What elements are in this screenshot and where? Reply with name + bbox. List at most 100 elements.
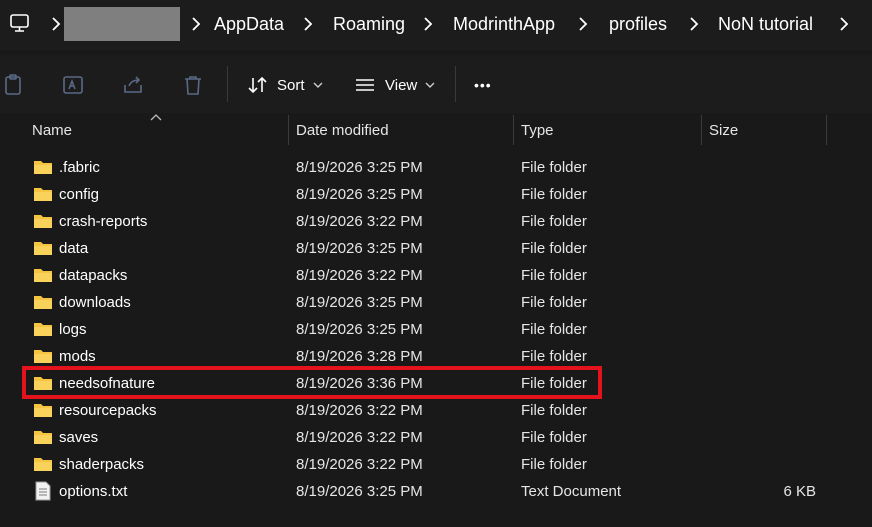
- list-item[interactable]: datapacks 8/19/2026 3:22 PM File folder: [0, 262, 872, 289]
- file-type: Text Document: [521, 483, 622, 500]
- column-type[interactable]: Type: [521, 113, 554, 147]
- view-label: View: [385, 76, 418, 94]
- file-name: shaderpacks: [59, 456, 145, 473]
- list-item[interactable]: downloads 8/19/2026 3:25 PM File folder: [0, 289, 872, 316]
- computer-icon[interactable]: [9, 13, 31, 33]
- file-type: File folder: [521, 294, 587, 311]
- file-type: File folder: [521, 186, 587, 203]
- command-bar: Sort View •••: [0, 55, 872, 114]
- file-date: 8/19/2026 3:22 PM: [296, 213, 423, 230]
- breadcrumb-modrinthapp[interactable]: ModrinthApp: [453, 0, 555, 48]
- list-item[interactable]: crash-reports 8/19/2026 3:22 PM File fol…: [0, 208, 872, 235]
- file-name: config: [59, 186, 100, 203]
- folder-icon: [34, 161, 52, 174]
- file-list: Name Date modified Type Size .fabric 8/1…: [0, 113, 872, 527]
- file-date: 8/19/2026 3:25 PM: [296, 186, 423, 203]
- file-date: 8/19/2026 3:22 PM: [296, 267, 423, 284]
- share-icon[interactable]: [121, 73, 145, 97]
- list-item[interactable]: options.txt 8/19/2026 3:25 PM Text Docum…: [0, 478, 872, 505]
- file-date: 8/19/2026 3:25 PM: [296, 240, 423, 257]
- more-options-button[interactable]: •••: [474, 69, 492, 101]
- list-item[interactable]: logs 8/19/2026 3:25 PM File folder: [0, 316, 872, 343]
- file-name: data: [59, 240, 89, 257]
- breadcrumb-appdata[interactable]: AppData: [214, 0, 284, 48]
- folder-icon: [34, 188, 52, 201]
- rename-icon[interactable]: [61, 73, 85, 97]
- highlight-box-needsofnature: [22, 366, 602, 399]
- folder-icon: [34, 404, 52, 417]
- list-item[interactable]: .fabric 8/19/2026 3:25 PM File folder: [0, 154, 872, 181]
- redacted-user-folder: [64, 7, 180, 41]
- file-name: saves: [59, 429, 99, 446]
- breadcrumb-profiles[interactable]: profiles: [609, 0, 667, 48]
- list-item[interactable]: config 8/19/2026 3:25 PM File folder: [0, 181, 872, 208]
- column-name[interactable]: Name: [32, 113, 72, 147]
- list-item[interactable]: saves 8/19/2026 3:22 PM File folder: [0, 424, 872, 451]
- file-size: 6 KB: [783, 483, 816, 500]
- folder-icon: [34, 323, 52, 336]
- column-divider[interactable]: [701, 115, 702, 145]
- file-name: downloads: [59, 294, 131, 311]
- file-date: 8/19/2026 3:22 PM: [296, 429, 423, 446]
- chevron-right-icon: [52, 17, 61, 31]
- file-date: 8/19/2026 3:22 PM: [296, 456, 423, 473]
- file-type: File folder: [521, 213, 587, 230]
- file-name: crash-reports: [59, 213, 148, 230]
- column-divider[interactable]: [513, 115, 514, 145]
- column-divider[interactable]: [826, 115, 827, 145]
- folder-icon: [34, 215, 52, 228]
- address-bar[interactable]: AppData Roaming ModrinthApp profiles NoN…: [0, 0, 872, 50]
- toolbar-separator: [455, 66, 456, 102]
- chevron-right-icon: [192, 17, 201, 31]
- sort-label: Sort: [277, 76, 305, 94]
- file-name: datapacks: [59, 267, 128, 284]
- file-date: 8/19/2026 3:25 PM: [296, 321, 423, 338]
- column-date-modified[interactable]: Date modified: [296, 113, 389, 147]
- chevron-right-icon: [304, 17, 313, 31]
- chevron-right-icon: [690, 17, 699, 31]
- folder-icon: [34, 431, 52, 444]
- folder-icon: [34, 242, 52, 255]
- list-item[interactable]: data 8/19/2026 3:25 PM File folder: [0, 235, 872, 262]
- column-size[interactable]: Size: [709, 113, 738, 147]
- view-icon: [356, 79, 374, 91]
- folder-icon: [34, 350, 52, 363]
- file-type: File folder: [521, 240, 587, 257]
- file-name: resourcepacks: [59, 402, 157, 419]
- file-type: File folder: [521, 159, 587, 176]
- file-date: 8/19/2026 3:25 PM: [296, 159, 423, 176]
- file-name: logs: [59, 321, 87, 338]
- folder-icon: [34, 458, 52, 471]
- breadcrumb-roaming[interactable]: Roaming: [333, 0, 405, 48]
- file-name: .fabric: [59, 159, 100, 176]
- sort-icon: [248, 76, 267, 94]
- column-header-row: Name Date modified Type Size: [0, 113, 872, 147]
- chevron-down-icon: [425, 82, 435, 88]
- file-type: File folder: [521, 267, 587, 284]
- file-date: 8/19/2026 3:22 PM: [296, 402, 423, 419]
- chevron-right-icon: [579, 17, 588, 31]
- file-type: File folder: [521, 456, 587, 473]
- folder-icon: [34, 296, 52, 309]
- sort-ascending-caret-icon: [150, 114, 162, 121]
- chevron-right-icon: [424, 17, 433, 31]
- folder-icon: [34, 269, 52, 282]
- file-type: File folder: [521, 402, 587, 419]
- toolbar-separator: [227, 66, 228, 102]
- file-name: options.txt: [59, 483, 128, 500]
- chevron-right-icon[interactable]: [834, 14, 854, 34]
- column-divider[interactable]: [288, 115, 289, 145]
- view-button[interactable]: View: [355, 69, 437, 101]
- delete-icon[interactable]: [181, 73, 205, 97]
- file-date: 8/19/2026 3:25 PM: [296, 483, 423, 500]
- list-item[interactable]: shaderpacks 8/19/2026 3:22 PM File folde…: [0, 451, 872, 478]
- sort-button[interactable]: Sort: [247, 69, 325, 101]
- file-date: 8/19/2026 3:25 PM: [296, 294, 423, 311]
- file-type: File folder: [521, 321, 587, 338]
- text-file-icon: [35, 481, 51, 501]
- chevron-down-icon: [313, 82, 323, 88]
- file-type: File folder: [521, 429, 587, 446]
- breadcrumb-non-tutorial[interactable]: NoN tutorial: [718, 0, 813, 48]
- list-item[interactable]: resourcepacks 8/19/2026 3:22 PM File fol…: [0, 397, 872, 424]
- paste-icon[interactable]: [1, 73, 25, 97]
